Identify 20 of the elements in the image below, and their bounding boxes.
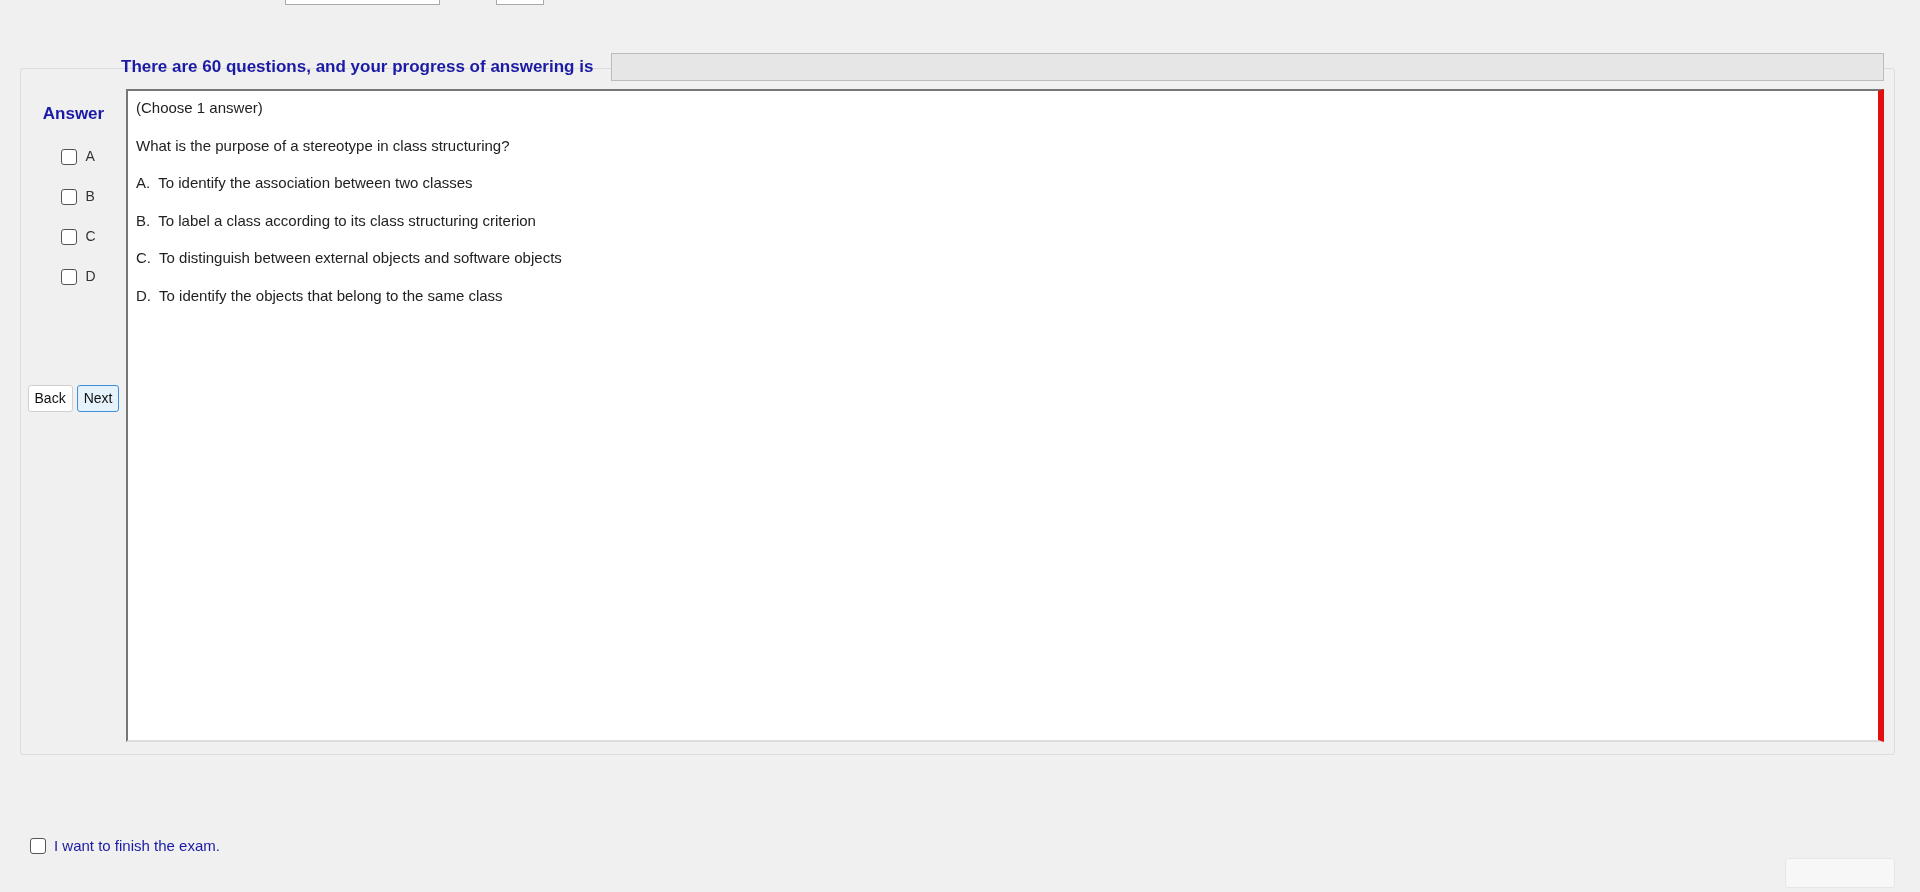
choice-text: B. To label a class according to its class structuring criterion	[136, 210, 536, 231]
answer-checkbox[interactable]	[61, 188, 78, 205]
answer-checkbox[interactable]	[61, 228, 78, 245]
back-button[interactable]: Back	[27, 384, 73, 412]
next-button[interactable]: Next	[76, 384, 120, 412]
finish-checkbox[interactable]	[30, 838, 46, 855]
instruction-text: (Choose 1 answer)	[136, 98, 263, 118]
choice-text: A. To identify the association between two classes	[136, 173, 473, 193]
choice-text: D. To identify the objects that belong to the same class	[136, 285, 503, 306]
progress-label: There are 60 questions, and your progress of answering is	[121, 56, 594, 79]
answer-heading: Answer	[42, 103, 105, 125]
choice-text: C. To distinguish between external objects and software objects	[136, 248, 562, 268]
option-label: A	[85, 147, 95, 166]
question-text: What is the purpose of a stereotype in class structuring?	[136, 135, 510, 156]
answer-checkbox[interactable]	[61, 268, 78, 285]
option-label: D	[85, 267, 96, 286]
option-label: B	[85, 187, 95, 206]
option-label: C	[85, 227, 96, 246]
finish-label: I want to finish the exam.	[54, 836, 220, 856]
answer-checkbox[interactable]	[61, 148, 78, 165]
